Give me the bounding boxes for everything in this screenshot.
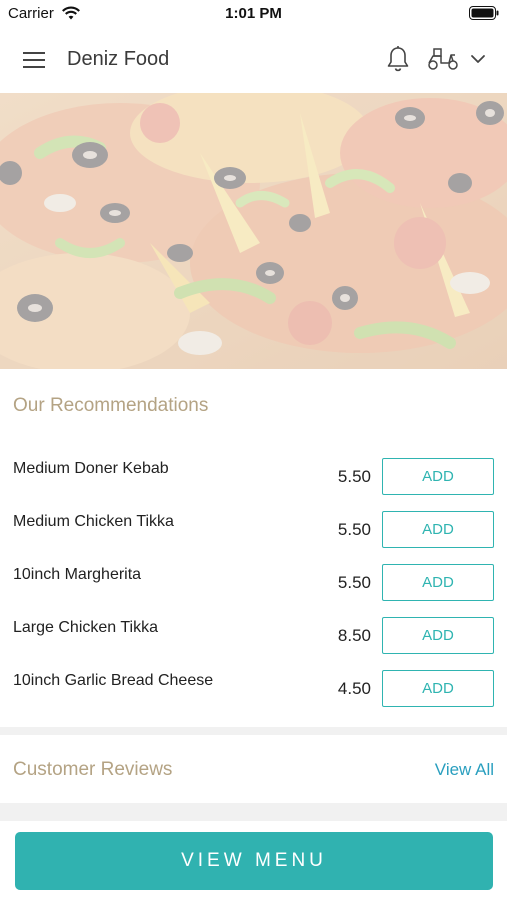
section-divider [0,727,507,735]
add-button[interactable]: ADD [382,511,494,548]
app-title: Deniz Food [67,48,170,70]
scooter-icon[interactable] [427,47,459,71]
hero-pizza-image [0,93,507,369]
list-item: Medium Doner Kebab 5.50 ADD [0,457,507,510]
add-button[interactable]: ADD [382,564,494,601]
view-menu-button[interactable]: VIEW MENU [15,832,493,890]
item-name: Medium Chicken Tikka [13,513,174,530]
chevron-down-icon[interactable] [470,52,486,66]
list-item: 10inch Garlic Bread Cheese 4.50 ADD [0,669,507,722]
view-all-link[interactable]: View All [435,760,494,780]
menu-icon[interactable] [22,49,46,71]
section-divider [0,803,507,821]
bell-icon[interactable] [386,45,410,73]
status-time: 1:01 PM [225,5,282,22]
bottom-bar: VIEW MENU [0,821,507,900]
add-button[interactable]: ADD [382,617,494,654]
battery-icon [469,6,499,20]
add-button[interactable]: ADD [382,670,494,707]
item-price: 5.50 [337,520,371,539]
add-button[interactable]: ADD [382,458,494,495]
list-item: Medium Chicken Tikka 5.50 ADD [0,510,507,563]
item-price: 5.50 [337,467,371,486]
item-name: 10inch Garlic Bread Cheese [13,672,214,689]
reviews-title: Customer Reviews [13,759,173,780]
item-name: Medium Doner Kebab [13,460,169,477]
reviews-section: Customer Reviews View All [0,735,507,803]
item-name: 10inch Margherita [13,566,142,583]
app-header: Deniz Food [0,28,507,93]
item-name: Large Chicken Tikka [13,619,158,636]
status-bar: Carrier 1:01 PM [0,0,507,28]
recommendations-title: Our Recommendations [13,395,209,416]
list-item: 10inch Margherita 5.50 ADD [0,563,507,616]
item-price: 4.50 [337,679,371,698]
recommendations-section: Our Recommendations Medium Doner Kebab 5… [0,369,507,727]
item-price: 8.50 [337,626,371,645]
list-item: Large Chicken Tikka 8.50 ADD [0,616,507,669]
item-price: 5.50 [337,573,371,592]
recommendations-list: Medium Doner Kebab 5.50 ADD Medium Chick… [0,457,507,722]
